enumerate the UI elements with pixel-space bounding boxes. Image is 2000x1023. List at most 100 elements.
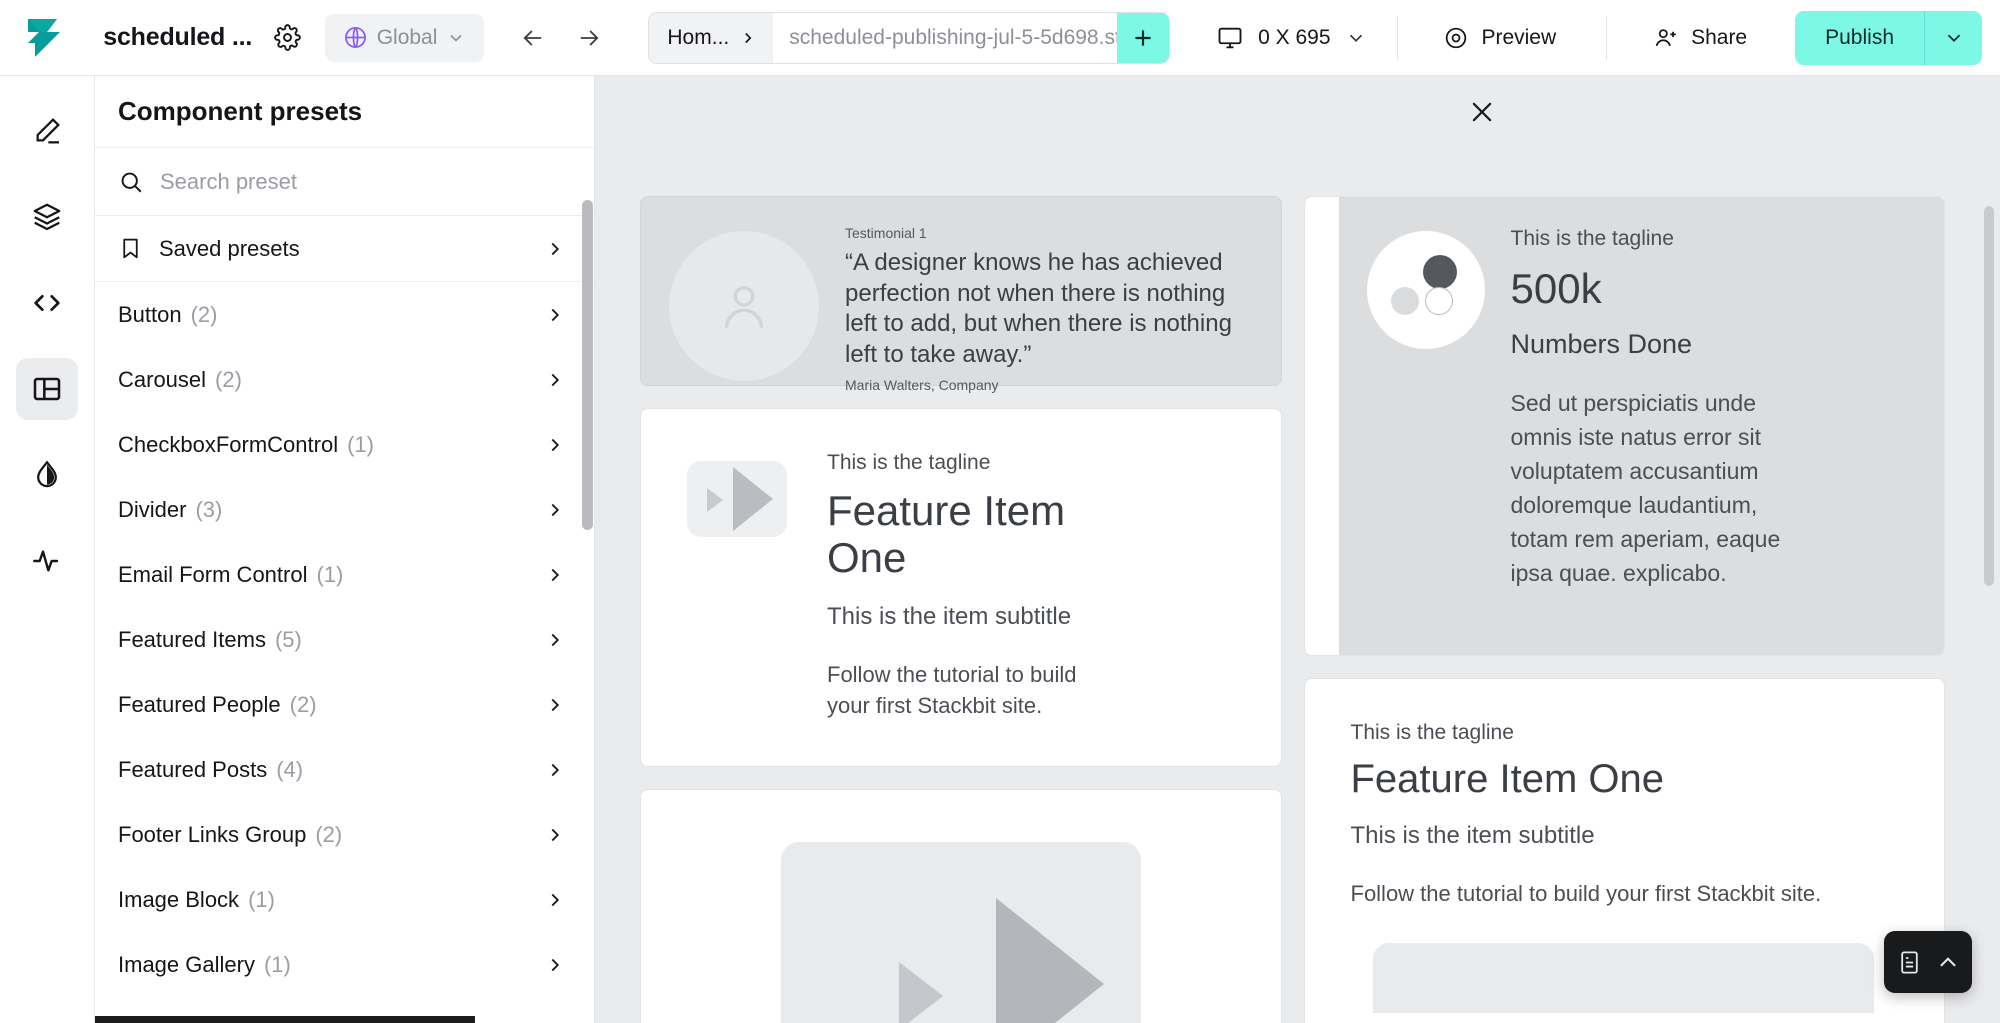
media-block-card[interactable] [640,788,1282,1023]
preset-count: (1) [316,561,344,587]
preset-label: CheckboxFormControl [118,431,339,457]
preset-label: Email Form Control [118,561,308,587]
chevron-right-icon [551,373,560,386]
chevron-down-icon [1947,34,1960,42]
search-icon [121,172,142,192]
preset-label: Footer Links Group [118,821,307,847]
list-item[interactable]: Button (2) [95,282,594,347]
stat-caption: Numbers Done [1510,329,1693,359]
settings-button[interactable] [268,17,307,59]
play-placeholder-icon [687,461,787,537]
saved-presets-label: Saved presets [159,235,300,261]
feature-item-card[interactable]: This is the tagline Feature Item One Thi… [640,408,1282,767]
layers-icon [33,203,61,231]
list-item[interactable]: Featured People (2) [95,672,594,737]
back-button[interactable] [510,15,556,61]
global-scope-label: Global [376,25,438,49]
url-bar: Hom... scheduled-publishing-jul-5-5d698.… [648,11,1171,64]
viewport-selector[interactable]: 0 X 695 [1216,24,1366,52]
sidebar-item-components[interactable] [16,358,78,420]
user-plus-icon [1655,28,1676,46]
testimonial-label: Testimonial 1 [845,225,927,241]
panel-scrollbar[interactable] [582,200,593,840]
canvas-scrollbar[interactable] [1984,206,1994,586]
stackbit-logo[interactable] [0,0,87,76]
close-icon [1472,102,1492,121]
preset-label: Carousel [118,366,207,392]
publish-options-button[interactable] [1924,10,1983,65]
top-toolbar: scheduled ... Global Hom... scheduled-pu… [0,0,2000,76]
chevron-right-icon [551,438,560,451]
list-item[interactable]: Featured Posts (4) [95,737,594,802]
preset-label: Featured People [118,691,281,717]
person-avatar-icon [724,285,764,328]
preset-list: Button (2) Carousel (2) CheckboxFormControl (… [95,282,594,1023]
list-item[interactable]: Divider (3) [95,477,594,542]
sidebar-item-activity[interactable] [16,530,78,592]
panel-scrollbar-thumb[interactable] [582,200,593,530]
preset-count: (1) [248,886,275,912]
global-scope-selector[interactable]: Global [324,13,485,62]
chevron-right-icon [551,633,560,646]
viewport-size-label: 0 X 695 [1258,25,1331,49]
bookmark-icon [123,238,138,259]
close-panel-button[interactable] [1460,90,1504,134]
chevron-right-icon [551,503,560,516]
code-icon [34,295,60,311]
feature-wide-subtitle: This is the item subtitle [1350,822,1595,849]
chevron-right-icon [551,893,560,906]
preset-count: (1) [347,431,374,457]
feature-wide-card[interactable]: This is the tagline Feature Item One Thi… [1303,678,1945,1023]
plus-icon [1135,29,1151,46]
preset-label: Featured Items [118,626,266,652]
sidebar-item-theme[interactable] [16,444,78,506]
preset-count: (5) [274,626,302,652]
chevron-right-icon [551,308,560,321]
droplet-contrast-icon [37,460,57,488]
forward-button[interactable] [566,15,612,61]
list-item[interactable]: Carousel (2) [95,347,594,412]
preset-count: (2) [289,691,317,717]
stat-tagline: This is the tagline [1510,227,1674,250]
sidebar-item-code[interactable] [16,272,78,334]
testimonial-card[interactable]: Testimonial 1 “A designer knows he has a… [640,196,1282,471]
list-item[interactable]: Featured Items (5) [95,607,594,672]
preview-column-left: Testimonial 1 “A designer knows he has a… [640,196,1282,1023]
eye-icon [1446,27,1467,48]
monitor-icon [1218,27,1242,48]
bottom-progress-strip [95,1016,475,1023]
feature-wide-thumbnail [1372,943,1874,1014]
feature-subtitle: This is the item subtitle [827,603,1072,631]
preview-button[interactable]: Preview [1423,14,1576,62]
list-item[interactable]: CheckboxFormControl (1) [95,412,594,477]
arrow-left-icon [523,29,542,46]
preset-count: (2) [190,301,218,327]
preset-label: Image Gallery [118,951,255,977]
three-dots-circle-icon [1366,231,1485,349]
saved-presets-row[interactable]: Saved presets [95,216,594,282]
list-item[interactable]: Image Gallery (1) [95,932,594,997]
pencil-icon [36,118,60,144]
breadcrumb[interactable]: Hom... [649,12,774,63]
list-item[interactable]: Footer Links Group (2) [95,802,594,867]
gear-icon [274,24,301,51]
stat-card[interactable]: This is the tagline 500k Numbers Done Se… [1303,196,1945,656]
search-input[interactable] [160,168,520,195]
url-input[interactable]: scheduled-publishing-jul-5-5d698.stackbi… [773,26,1117,50]
list-item[interactable]: Email Form Control (1) [95,542,594,607]
add-page-button[interactable] [1117,12,1170,63]
chevron-right-icon [745,32,752,43]
floating-panel-toggle[interactable] [1884,931,1972,993]
list-item[interactable]: Image Block (1) [95,867,594,932]
publish-button[interactable]: Publish [1795,10,1925,65]
feature-tagline: This is the tagline [827,451,991,474]
sidebar-item-layers[interactable] [16,186,78,248]
stackbit-logo-icon [27,18,60,57]
activity-pulse-icon [33,550,59,572]
play-placeholder-icon [780,841,1141,1023]
sidebar-item-edit[interactable] [16,100,78,162]
preset-label: Divider [118,496,187,522]
panel-title: Component presets [118,96,363,126]
globe-icon [344,27,366,48]
share-button[interactable]: Share [1633,14,1767,62]
